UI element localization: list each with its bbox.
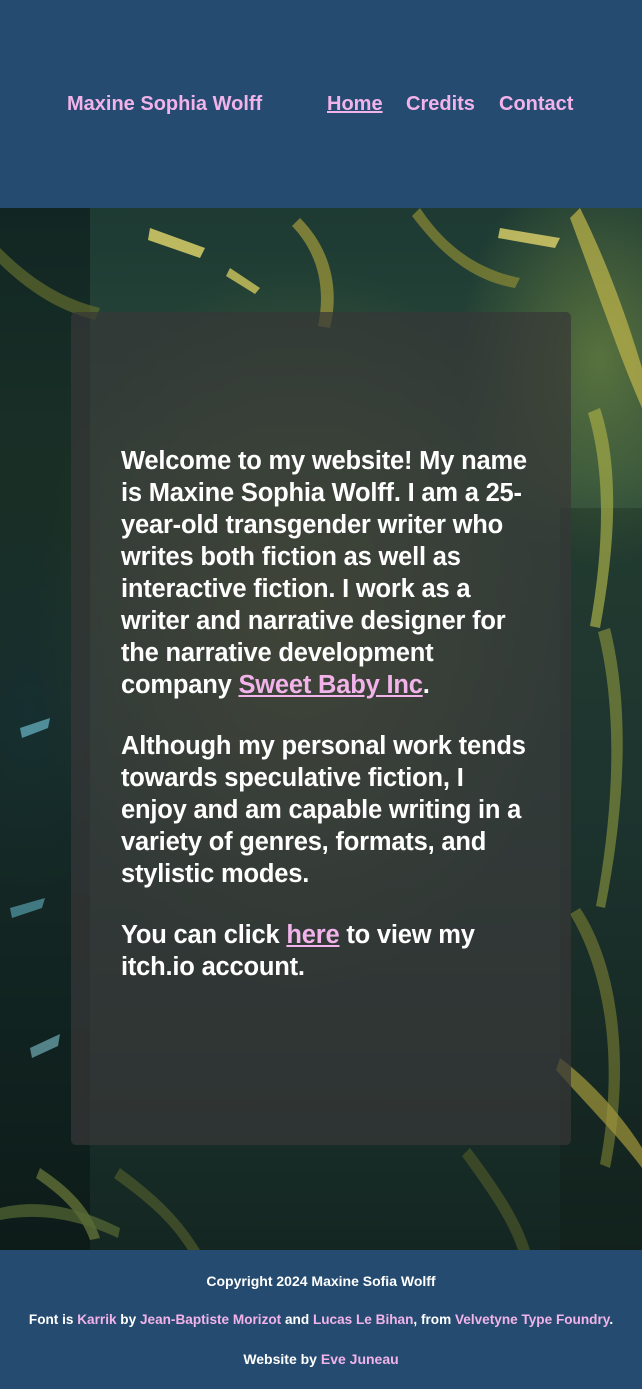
genre-paragraph: Although my personal work tends towards … bbox=[121, 732, 526, 888]
site-footer: Copyright 2024 Maxine Sofia Wolff Font i… bbox=[0, 1250, 642, 1389]
website-credit: Website by Eve Juneau bbox=[0, 1351, 642, 1367]
sweet-baby-inc-link[interactable]: Sweet Baby Inc bbox=[238, 671, 422, 699]
itch-paragraph: You can click here to view my itch.io ac… bbox=[121, 919, 531, 983]
itch-text-before: You can click bbox=[121, 921, 287, 949]
site-header: Maxine Sophia Wolff Home Credits Contact bbox=[0, 0, 642, 208]
velvetyne-link[interactable]: Velvetyne Type Foundry bbox=[455, 1312, 609, 1327]
nav-contact[interactable]: Contact bbox=[499, 93, 573, 116]
intro-text: Welcome to my website! My name is Maxine… bbox=[121, 447, 527, 699]
font-by: by bbox=[116, 1312, 140, 1327]
font-and: and bbox=[281, 1312, 313, 1327]
font-credit: Font is Karrik by Jean-Baptiste Morizot … bbox=[0, 1312, 642, 1327]
font-from: , from bbox=[413, 1312, 455, 1327]
intro-content: Welcome to my website! My name is Maxine… bbox=[121, 445, 531, 1012]
designer-morizot-link[interactable]: Jean-Baptiste Morizot bbox=[140, 1312, 281, 1327]
font-period: . bbox=[609, 1312, 614, 1327]
karrik-link[interactable]: Karrik bbox=[77, 1312, 116, 1327]
intro-end: . bbox=[422, 671, 430, 699]
website-prefix: Website by bbox=[243, 1351, 321, 1367]
nav-credits[interactable]: Credits bbox=[406, 93, 475, 116]
nav-home[interactable]: Home bbox=[327, 93, 383, 116]
main-nav: Home Credits Contact bbox=[0, 93, 642, 117]
eve-juneau-link[interactable]: Eve Juneau bbox=[321, 1351, 399, 1367]
itch-io-link[interactable]: here bbox=[286, 921, 339, 949]
designer-le-bihan-link[interactable]: Lucas Le Bihan bbox=[313, 1312, 413, 1327]
font-prefix: Font is bbox=[28, 1312, 78, 1327]
copyright-text: Copyright 2024 Maxine Sofia Wolff bbox=[206, 1273, 436, 1289]
intro-paragraph: Welcome to my website! My name is Maxine… bbox=[121, 445, 531, 701]
